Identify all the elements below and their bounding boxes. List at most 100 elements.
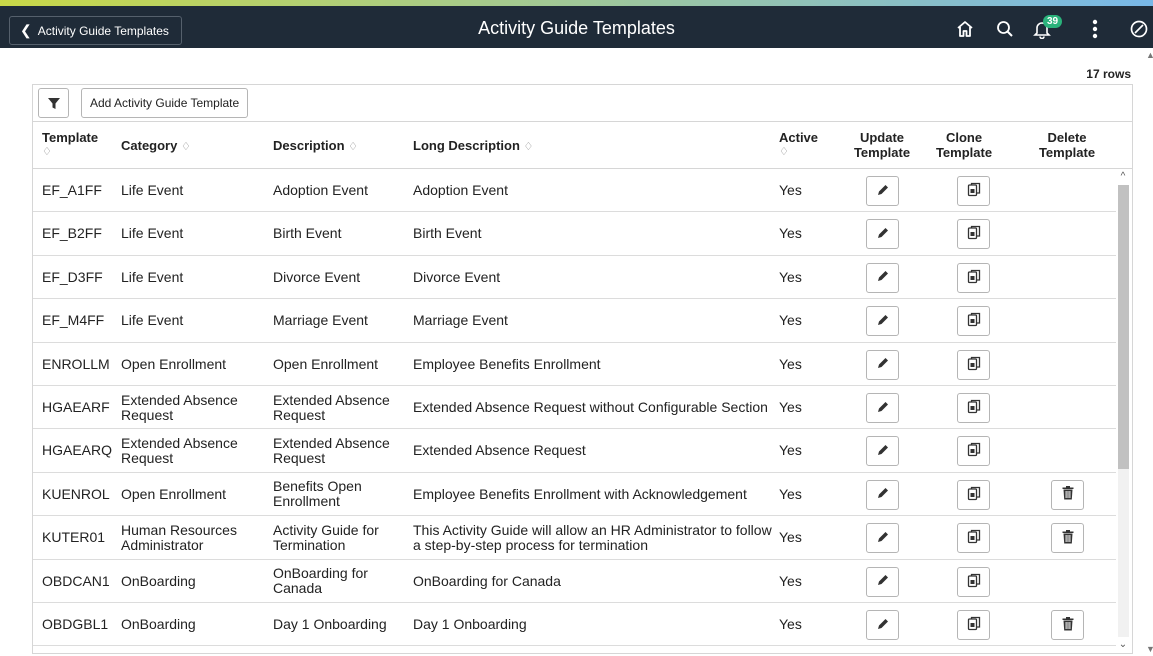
search-icon[interactable] [991, 15, 1019, 43]
cell-category: OnBoarding [121, 616, 196, 632]
update-template-button[interactable] [866, 349, 899, 380]
pencil-icon [876, 400, 890, 417]
navbar-compass-icon[interactable] [1125, 15, 1153, 43]
more-options-icon[interactable] [1081, 15, 1109, 43]
clone-icon [967, 486, 981, 504]
delete-template-button[interactable] [1051, 523, 1084, 554]
col-header-description[interactable]: Description ♢ [273, 138, 358, 155]
table-row: ENROLLM Open Enrollment Open Enrollment Emp… [33, 343, 1116, 386]
cell-description: OnBoarding for Canada [273, 565, 368, 597]
sort-icon: ♢ [523, 141, 534, 153]
table-row: OBDGBL1 OnBoarding Day 1 Onboarding Day 1 O… [33, 603, 1116, 647]
clone-template-button[interactable] [957, 176, 990, 206]
clone-template-button[interactable] [957, 479, 990, 510]
clone-template-button[interactable] [957, 306, 990, 337]
clone-icon [967, 182, 981, 200]
add-template-button[interactable]: Add Activity Guide Template [81, 88, 249, 118]
clone-template-button[interactable] [957, 393, 990, 423]
col-header-clone: Clone Template [935, 130, 993, 160]
cell-template: EF_D3FF [42, 268, 103, 285]
scroll-up-icon[interactable]: ^ [1117, 171, 1129, 183]
clone-template-button[interactable] [957, 262, 990, 293]
templates-grid: Add Activity Guide Template Template ♢ C… [32, 84, 1133, 654]
clone-template-button[interactable] [957, 349, 990, 380]
cell-description: Marriage Event [273, 312, 368, 329]
notification-count-badge: 39 [1043, 15, 1063, 28]
cell-active: Yes [779, 616, 802, 632]
cell-template: OBDCAN1 [42, 572, 110, 589]
cell-category: Extended Absence Request [121, 434, 238, 466]
cell-template: ENROLLM [42, 355, 110, 372]
cell-description: Benefits Open Enrollment [273, 478, 362, 510]
cell-category: Life Event [121, 312, 184, 329]
delete-template-button[interactable] [1051, 479, 1084, 510]
update-template-button[interactable] [866, 610, 899, 640]
cell-active: Yes [779, 442, 802, 459]
update-template-button[interactable] [866, 393, 899, 423]
row-count: 17 rows [1086, 67, 1131, 81]
pencil-icon [876, 443, 890, 460]
grid-scrollbar[interactable]: ^ ⌄ [1114, 169, 1132, 653]
cell-active: Yes [779, 355, 802, 372]
col-header-template[interactable]: Template ♢ [42, 130, 98, 160]
col-header-long-description[interactable]: Long Description ♢ [413, 138, 533, 155]
cell-long-description: Divorce Event [413, 268, 501, 285]
update-template-button[interactable] [866, 479, 899, 510]
scroll-thumb[interactable] [1118, 185, 1129, 469]
update-template-button[interactable] [866, 523, 899, 554]
update-template-button[interactable] [866, 306, 899, 337]
home-icon[interactable] [951, 15, 979, 43]
back-button[interactable]: ❮ Activity Guide Templates [9, 16, 182, 45]
update-template-button[interactable] [866, 262, 899, 293]
back-button-label: Activity Guide Templates [37, 23, 169, 38]
scroll-down-icon[interactable]: ⌄ [1117, 639, 1129, 651]
clone-icon [967, 616, 981, 634]
cell-long-description: OnBoarding for Canada [413, 572, 561, 589]
pencil-icon [876, 269, 890, 286]
clone-template-button[interactable] [957, 219, 990, 250]
table-row: EF_M4FF Life Event Marriage Event Marriage … [33, 299, 1116, 343]
cell-category: Life Event [121, 268, 184, 285]
table-row: KUTER01 Human Resources Administrator Acti… [33, 516, 1116, 560]
cell-long-description: Birth Event [413, 225, 482, 242]
sort-icon: ♢ [42, 146, 52, 158]
clone-template-button[interactable] [957, 436, 990, 467]
cell-category: Life Event [121, 225, 184, 242]
col-header-category[interactable]: Category ♢ [121, 138, 191, 155]
cell-active: Yes [779, 312, 802, 329]
filter-icon [47, 97, 60, 109]
clone-template-button[interactable] [957, 610, 990, 640]
cell-description: Day 1 Onboarding [273, 616, 387, 632]
notifications-button[interactable]: 39 [1030, 15, 1068, 43]
update-template-button[interactable] [866, 219, 899, 250]
update-template-button[interactable] [866, 566, 899, 597]
cell-description: Activity Guide for Termination [273, 521, 379, 553]
update-template-button[interactable] [866, 176, 899, 206]
cell-category: Extended Absence Request [121, 391, 238, 423]
col-header-active[interactable]: Active ♢ [779, 130, 818, 160]
cell-description: Open Enrollment [273, 355, 379, 372]
pencil-icon [876, 530, 890, 547]
cell-category: Open Enrollment [121, 355, 227, 372]
cell-long-description: Adoption Event [413, 182, 508, 198]
delete-template-button[interactable] [1051, 610, 1084, 640]
update-template-button[interactable] [866, 436, 899, 467]
cell-active: Yes [779, 572, 802, 589]
clone-icon [967, 573, 981, 591]
clone-icon [967, 399, 981, 417]
col-header-delete: Delete Template [1038, 130, 1096, 160]
grid-header: Template ♢ Category ♢ Description ♢ Long… [33, 122, 1132, 169]
page-scrollbar[interactable]: ▲ ▼ [1145, 48, 1153, 656]
cell-active: Yes [779, 529, 802, 546]
filter-button[interactable] [38, 88, 69, 118]
table-row: HGAEARQ Extended Absence Request Extended … [33, 429, 1116, 473]
clone-template-button[interactable] [957, 523, 990, 554]
cell-long-description: Marriage Event [413, 312, 508, 329]
page-scroll-down-icon[interactable]: ▼ [1146, 644, 1153, 654]
sort-icon: ♢ [779, 146, 789, 158]
grid-body: EF_A1FF Life Event Adoption Event Adoption … [33, 169, 1116, 653]
page-scroll-up-icon[interactable]: ▲ [1146, 50, 1153, 60]
clone-template-button[interactable] [957, 566, 990, 597]
cell-long-description: Employee Benefits Enrollment with Acknow… [413, 485, 747, 502]
clone-icon [967, 312, 981, 330]
